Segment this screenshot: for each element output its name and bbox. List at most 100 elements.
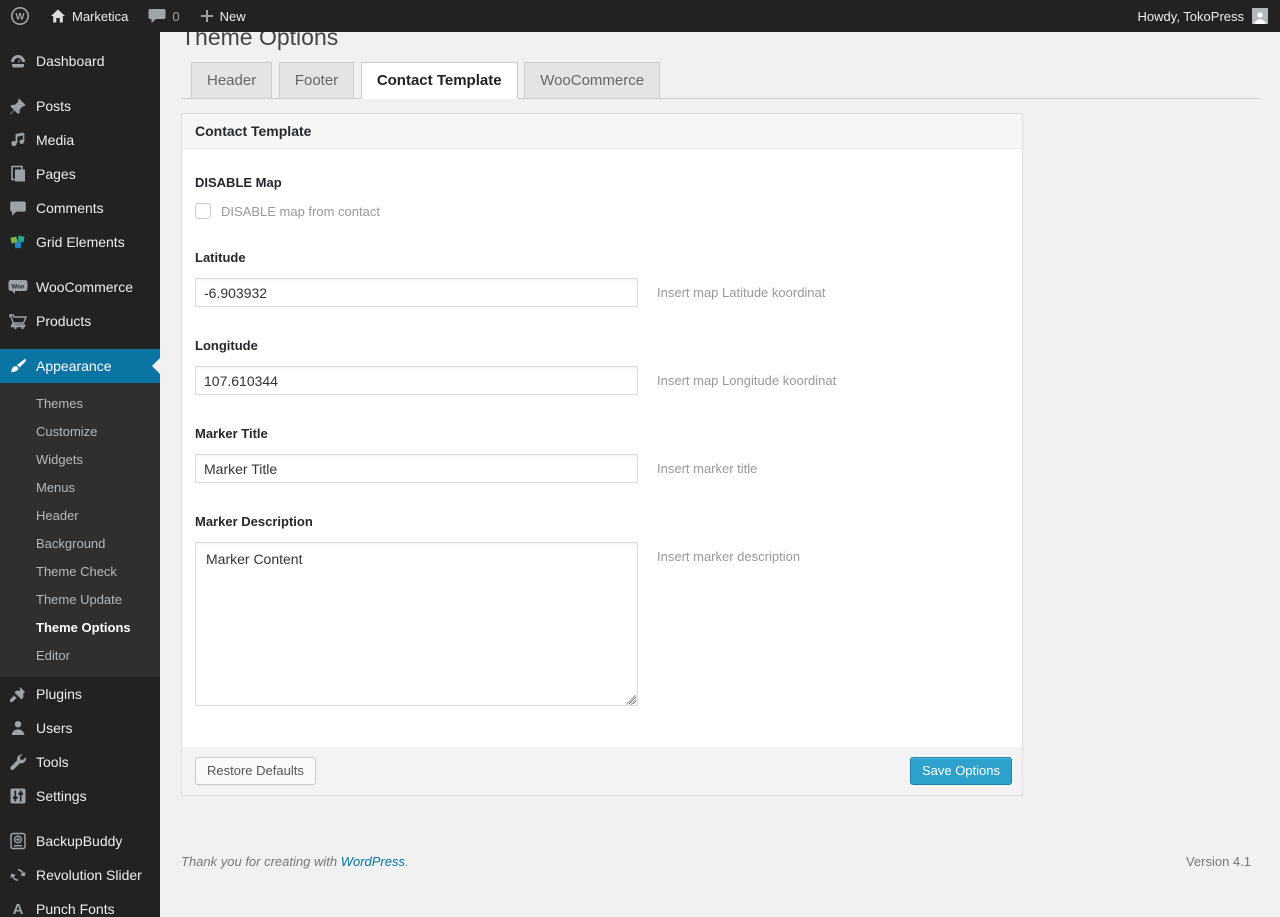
sidebar-item-label: Plugins	[36, 686, 82, 702]
sidebar-item-dashboard[interactable]: Dashboard	[0, 44, 160, 78]
refresh-arrows-icon	[8, 865, 28, 885]
sidebar-item-appearance[interactable]: Appearance	[0, 349, 160, 383]
comments-admin-bar-item[interactable]: 0	[138, 0, 189, 32]
site-name-label: Marketica	[72, 8, 129, 24]
latitude-desc: Insert map Latitude koordinat	[657, 285, 826, 300]
sidebar-item-media[interactable]: Media	[0, 123, 160, 157]
submenu-item-editor[interactable]: Editor	[0, 642, 160, 670]
wordpress-logo-icon: W	[10, 6, 30, 26]
marker-description-label: Marker Description	[195, 514, 313, 529]
longitude-desc: Insert map Longitude koordinat	[657, 373, 837, 388]
wordpress-logo-menu[interactable]: W	[0, 0, 40, 32]
field-disable-map: DISABLE Map DISABLE map from contact	[195, 175, 1009, 219]
marker-title-desc: Insert marker title	[657, 461, 758, 476]
marker-title-label: Marker Title	[195, 426, 268, 441]
new-label: New	[219, 8, 246, 24]
sidebar-item-label: Media	[36, 132, 75, 148]
sidebar-item-users[interactable]: Users	[0, 711, 160, 745]
avatar[interactable]	[1252, 8, 1268, 24]
disable-map-checkbox[interactable]	[195, 203, 211, 219]
field-marker-title: Marker Title Insert marker title	[195, 426, 1009, 483]
longitude-input[interactable]	[195, 366, 638, 395]
backupbuddy-icon	[8, 831, 28, 851]
field-latitude: Latitude Insert map Latitude koordinat	[195, 250, 1009, 307]
appearance-submenu: Themes Customize Widgets Menus Header Ba…	[0, 383, 160, 677]
submenu-item-menus[interactable]: Menus	[0, 474, 160, 502]
submenu-item-background[interactable]: Background	[0, 530, 160, 558]
sidebar-item-label: BackupBuddy	[36, 833, 123, 849]
menu-separator	[0, 338, 160, 349]
sidebar-item-label: Comments	[36, 200, 104, 216]
submenu-item-widgets[interactable]: Widgets	[0, 446, 160, 474]
cart-icon	[8, 311, 28, 331]
sidebar-item-posts[interactable]: Posts	[0, 89, 160, 123]
thanks-suffix: .	[405, 854, 409, 869]
menu-separator	[0, 78, 160, 89]
tab-contact-template[interactable]: Contact Template	[360, 62, 518, 99]
grid-elements-icon	[8, 232, 28, 252]
sidebar-item-label: Settings	[36, 788, 87, 804]
sidebar-item-grid-elements[interactable]: Grid Elements	[0, 225, 160, 259]
sidebar-item-label: Products	[36, 313, 92, 329]
plus-icon	[200, 9, 214, 23]
sidebar-item-settings[interactable]: Settings	[0, 779, 160, 813]
menu-separator	[0, 259, 160, 270]
submenu-item-theme-options[interactable]: Theme Options	[0, 614, 160, 642]
panel-header: Contact Template	[182, 114, 1022, 149]
sidebar-item-pages[interactable]: Pages	[0, 157, 160, 191]
disable-map-label: DISABLE Map	[195, 175, 282, 190]
wrench-icon	[8, 752, 28, 772]
site-name-menu[interactable]: Marketica	[40, 0, 138, 32]
tab-woocommerce[interactable]: WooCommerce	[524, 62, 661, 98]
panel-body: DISABLE Map DISABLE map from contact Lat…	[182, 149, 1022, 747]
sidebar-item-label: Revolution Slider	[36, 867, 142, 883]
sidebar-item-label: Punch Fonts	[36, 901, 115, 917]
sidebar-item-products[interactable]: Products	[0, 304, 160, 338]
sidebar-item-label: Dashboard	[36, 53, 105, 69]
sidebar-item-label: Posts	[36, 98, 72, 114]
sidebar-item-revolution-slider[interactable]: Revolution Slider	[0, 858, 160, 892]
field-longitude: Longitude Insert map Longitude koordinat	[195, 338, 1009, 395]
marker-title-input[interactable]	[195, 454, 638, 483]
thanks-prefix: Thank you for creating with	[181, 854, 341, 869]
plugin-icon	[8, 684, 28, 704]
new-content-menu[interactable]: New	[190, 0, 256, 32]
sidebar-item-label: WooCommerce	[36, 279, 133, 295]
menu-separator	[0, 813, 160, 824]
woocommerce-icon: Woo	[8, 277, 28, 297]
admin-footer: Thank you for creating with WordPress. V…	[181, 854, 1261, 889]
sidebar-item-label: Users	[36, 720, 73, 736]
submenu-item-theme-update[interactable]: Theme Update	[0, 586, 160, 614]
save-options-button[interactable]: Save Options	[909, 757, 1012, 785]
disable-map-checkbox-label: DISABLE map from contact	[221, 203, 380, 219]
marker-description-textarea[interactable]: Marker Content	[195, 542, 638, 706]
panel-footer: Restore Defaults Save Options	[182, 747, 1022, 795]
latitude-input[interactable]	[195, 278, 638, 307]
svg-text:Woo: Woo	[12, 284, 25, 290]
sidebar-item-woocommerce[interactable]: Woo WooCommerce	[0, 270, 160, 304]
howdy-account-menu[interactable]: Howdy, TokoPress	[1138, 9, 1244, 24]
marker-description-desc: Insert marker description	[657, 549, 801, 564]
restore-defaults-button[interactable]: Restore Defaults	[195, 757, 316, 785]
wordpress-link[interactable]: WordPress	[341, 854, 405, 869]
submenu-item-header[interactable]: Header	[0, 502, 160, 530]
pushpin-icon	[8, 96, 28, 116]
tab-footer[interactable]: Footer	[278, 62, 355, 98]
submenu-item-theme-check[interactable]: Theme Check	[0, 558, 160, 586]
sidebar-item-tools[interactable]: Tools	[0, 745, 160, 779]
tab-header[interactable]: Header	[191, 62, 273, 98]
media-icon	[8, 130, 28, 150]
sidebar-item-comments[interactable]: Comments	[0, 191, 160, 225]
main-content: Theme Options Header Footer Contact Temp…	[160, 0, 1280, 889]
sidebar-item-backupbuddy[interactable]: BackupBuddy	[0, 824, 160, 858]
home-icon	[50, 8, 66, 24]
submenu-item-customize[interactable]: Customize	[0, 418, 160, 446]
comment-bubble-icon	[148, 8, 166, 24]
sidebar-item-label: Pages	[36, 166, 76, 182]
pages-icon	[8, 164, 28, 184]
comment-count: 0	[172, 8, 180, 24]
submenu-item-themes[interactable]: Themes	[0, 390, 160, 418]
sidebar-item-plugins[interactable]: Plugins	[0, 677, 160, 711]
svg-text:W: W	[16, 12, 25, 23]
sidebar-item-punch-fonts[interactable]: A Punch Fonts	[0, 892, 160, 917]
